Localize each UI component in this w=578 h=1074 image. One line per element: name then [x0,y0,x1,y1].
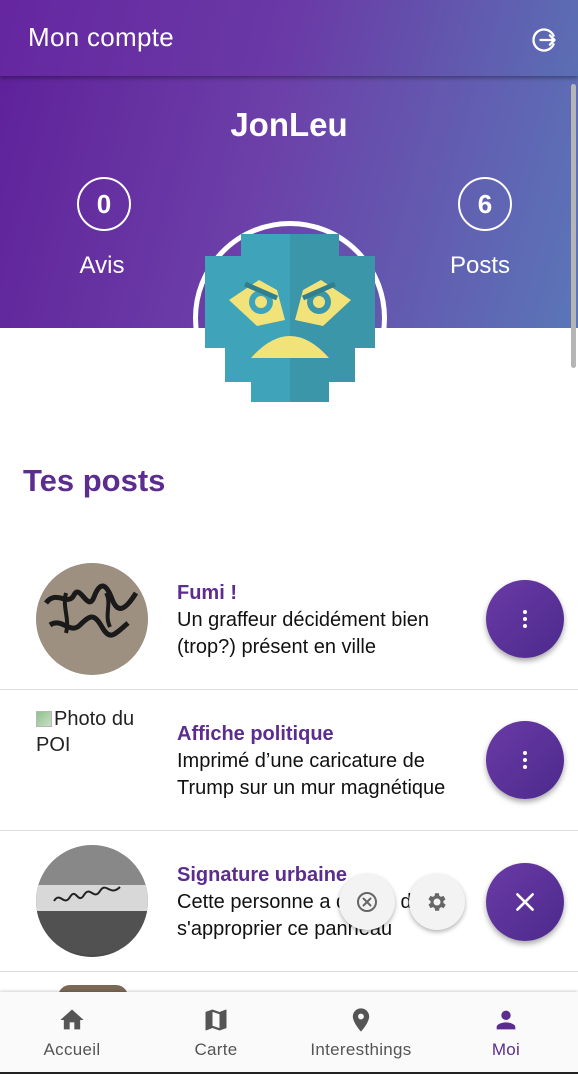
post-menu-button[interactable] [486,721,564,799]
nav-item-moi[interactable]: Moi [434,992,578,1072]
username: JonLeu [230,106,348,143]
reviews-count-badge[interactable]: 0 [77,177,131,231]
more-vert-icon [523,610,527,628]
logout-icon[interactable] [530,26,558,54]
divider [0,971,578,972]
cancel-circle-icon [357,892,377,912]
delete-post-button[interactable] [339,874,395,930]
reviews-label: Avis [79,252,125,279]
posts-label: Posts [449,252,511,279]
location-pin-icon [352,1008,370,1032]
post-description: Un graffeur décidément bien (trop?) prés… [177,609,430,658]
app-bar: Mon compte [0,0,578,76]
post-title: Signature urbaine [177,864,348,886]
post-title: Fumi ! [177,582,237,604]
edit-post-button[interactable] [409,874,465,930]
nav-item-carte[interactable]: Carte [144,992,288,1072]
nav-label: Interesthings [310,1040,412,1059]
home-icon [60,1009,84,1030]
post-thumbnail-broken: Photo du POI [36,706,136,758]
post-thumbnail [36,845,148,957]
gear-icon [428,893,446,911]
post-title: Affiche politique [177,723,334,745]
posts-count-badge[interactable]: 6 [458,177,512,231]
nav-item-interesthings[interactable]: Interesthings [289,992,433,1072]
section-title: Tes posts [23,463,166,498]
nav-label: Moi [491,1040,521,1059]
person-icon [496,1010,516,1030]
nav-item-accueil[interactable]: Accueil [0,992,144,1072]
map-icon [205,1009,227,1031]
page-title: Mon compte [28,22,175,52]
nav-label: Carte [194,1040,238,1059]
post-thumbnail [36,563,148,675]
close-icon [516,893,534,911]
robot-avatar-icon[interactable] [205,234,375,402]
more-vert-icon [523,751,527,769]
bottom-navigation: Accueil Carte Interesthings Moi [0,992,578,1072]
post-menu-button[interactable] [486,580,564,658]
post-description: Imprimé d’une caricature de Trump sur un… [177,750,446,799]
scrollbar[interactable] [571,84,576,368]
broken-image-icon [36,711,52,727]
nav-label: Accueil [43,1040,101,1059]
close-menu-button[interactable] [486,863,564,941]
